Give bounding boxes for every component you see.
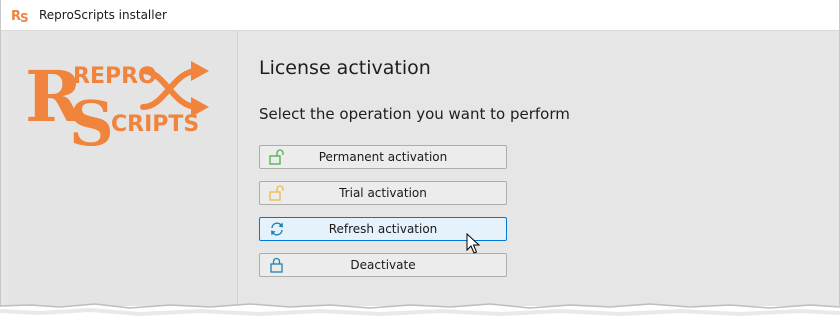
reproscripts-logo: R S REPRO CRIPTS bbox=[25, 55, 209, 149]
button-label: Deactivate bbox=[350, 258, 416, 272]
sidebar: R S REPRO CRIPTS bbox=[9, 31, 238, 306]
rs-logo-icon: R S bbox=[11, 9, 29, 24]
page-title: License activation bbox=[259, 57, 431, 79]
trial-activation-button[interactable]: Trial activation bbox=[259, 181, 507, 205]
mouse-cursor-icon bbox=[466, 233, 480, 254]
svg-text:S: S bbox=[69, 87, 114, 149]
permanent-activation-button[interactable]: Permanent activation bbox=[259, 145, 507, 169]
button-label: Permanent activation bbox=[318, 150, 448, 164]
window-title: ReproScripts installer bbox=[39, 8, 167, 22]
svg-text:S: S bbox=[20, 11, 29, 24]
svg-text:CRIPTS: CRIPTS bbox=[111, 112, 199, 137]
deactivate-button[interactable]: Deactivate bbox=[259, 253, 507, 277]
instruction-text: Select the operation you want to perform bbox=[259, 105, 570, 123]
torn-edge bbox=[0, 303, 840, 329]
installer-window: R S ReproScripts installer R S REPRO CRI… bbox=[0, 0, 840, 306]
button-label: Trial activation bbox=[339, 186, 427, 200]
svg-text:REPRO: REPRO bbox=[73, 64, 157, 89]
main-content: License activation Select the operation … bbox=[238, 31, 838, 306]
title-bar: R S ReproScripts installer bbox=[1, 0, 839, 31]
